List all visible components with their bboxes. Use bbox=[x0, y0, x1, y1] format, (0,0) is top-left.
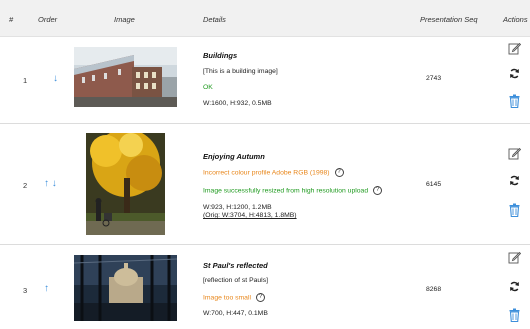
image-dimensions: W:1600, H:932, 0.5MB bbox=[203, 100, 272, 107]
image-title: Enjoying Autumn bbox=[203, 152, 265, 161]
help-icon[interactable]: ? bbox=[255, 293, 265, 302]
image-thumbnail-st-pauls[interactable] bbox=[74, 255, 177, 321]
col-presentation-seq: Presentation Seq bbox=[420, 15, 478, 24]
help-icon[interactable]: ? bbox=[334, 168, 344, 177]
edit-icon[interactable] bbox=[508, 147, 521, 160]
order-arrows[interactable]: ↓ bbox=[53, 73, 58, 84]
presentation-seq: 2743 bbox=[426, 75, 442, 82]
presentation-seq: 6145 bbox=[426, 181, 442, 188]
row-number: 2 bbox=[23, 181, 28, 190]
size-warning: Image too small? bbox=[203, 293, 265, 302]
image-title: Buildings bbox=[203, 51, 238, 60]
table-header: # Order Image Details Presentation Seq A… bbox=[0, 0, 530, 37]
col-details: Details bbox=[203, 15, 226, 24]
order-arrows[interactable]: ↑ bbox=[44, 283, 49, 294]
help-icon[interactable]: ? bbox=[373, 186, 383, 195]
image-thumbnail-autumn[interactable] bbox=[86, 133, 165, 235]
refresh-icon[interactable] bbox=[509, 68, 520, 79]
colour-profile-warning: Incorrect colour profile Adobe RGB (1998… bbox=[203, 168, 344, 177]
trash-icon[interactable] bbox=[509, 94, 520, 108]
image-thumbnail-buildings[interactable] bbox=[74, 47, 177, 107]
status-ok: OK bbox=[203, 84, 213, 91]
col-image: Image bbox=[114, 15, 135, 24]
row-number: 3 bbox=[23, 286, 28, 295]
refresh-icon[interactable] bbox=[509, 175, 520, 186]
image-caption: [This is a building image] bbox=[203, 68, 278, 75]
refresh-icon[interactable] bbox=[509, 281, 520, 292]
resize-success-message: Image successfully resized from high res… bbox=[203, 186, 383, 195]
presentation-seq: 8268 bbox=[426, 286, 442, 293]
original-dimensions-link[interactable]: (Orig: W:3704, H:4813, 1.8MB) bbox=[203, 212, 297, 219]
trash-icon[interactable] bbox=[509, 308, 520, 322]
image-dimensions: W:700, H:447, 0.1MB bbox=[203, 310, 268, 317]
trash-icon[interactable] bbox=[509, 203, 520, 217]
image-title: St Paul's reflected bbox=[203, 261, 268, 270]
col-order: Order bbox=[38, 15, 58, 24]
edit-icon[interactable] bbox=[508, 251, 521, 264]
order-arrows[interactable]: ↑ ↓ bbox=[44, 178, 57, 189]
table-row: 3 ↑ St Paul's reflected [reflection of s… bbox=[0, 245, 530, 329]
image-caption: [reflection of st Pauls] bbox=[203, 277, 268, 284]
table-row: 1 ↓ Buildings [This is a building image]… bbox=[0, 37, 530, 124]
table-row: 2 ↑ ↓ Enjoying Autumn Incorrect colour p… bbox=[0, 124, 530, 245]
row-number: 1 bbox=[23, 76, 28, 85]
col-hash: # bbox=[9, 15, 14, 24]
image-dimensions: W:923, H:1200, 1.2MB bbox=[203, 204, 272, 211]
col-actions: Actions bbox=[503, 15, 528, 24]
edit-icon[interactable] bbox=[508, 42, 521, 55]
